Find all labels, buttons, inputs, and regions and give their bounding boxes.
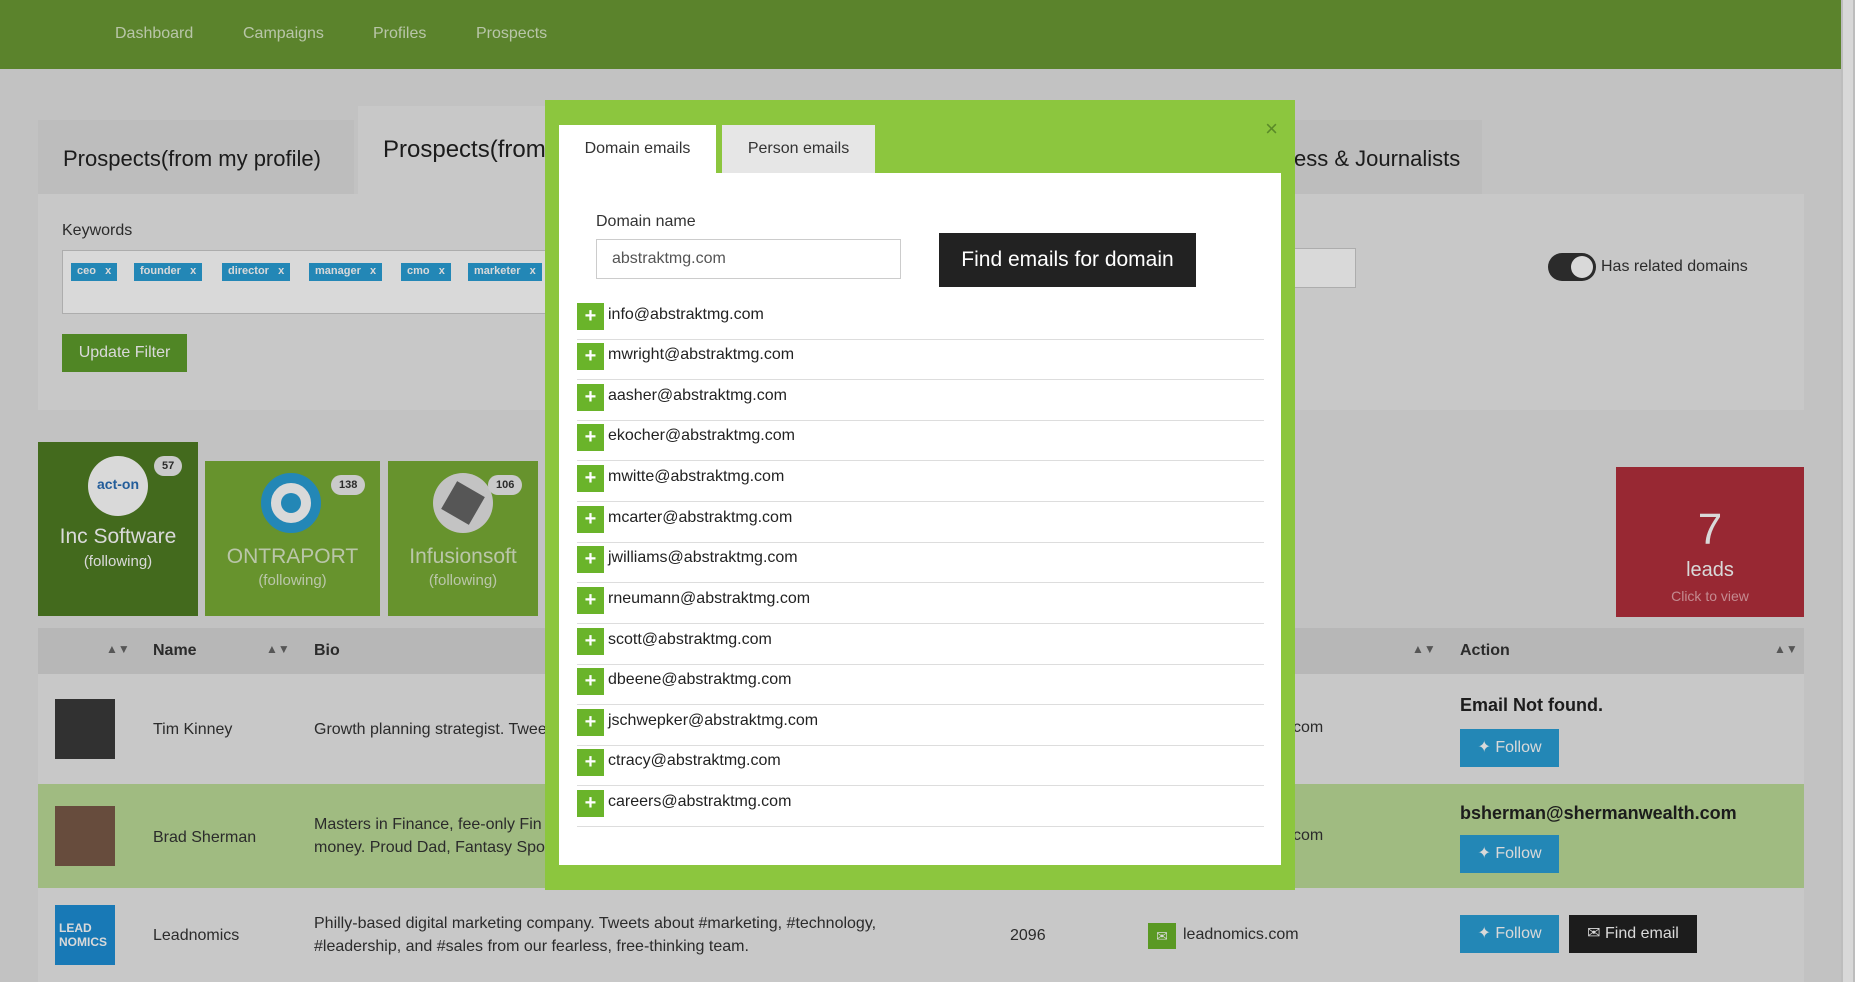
plus-icon[interactable]: + xyxy=(577,668,604,695)
email-address: jwilliams@abstraktmg.com xyxy=(608,549,798,566)
email-address: mwright@abstraktmg.com xyxy=(608,346,795,363)
email-address: dbeene@abstraktmg.com xyxy=(608,671,792,688)
email-list-item: + careers@abstraktmg.com xyxy=(577,787,1264,827)
domain-name-label: Domain name xyxy=(596,213,696,230)
email-finder-modal: × Domain emails Person emails Domain nam… xyxy=(545,100,1295,890)
close-icon[interactable]: × xyxy=(1265,116,1278,142)
plus-icon[interactable]: + xyxy=(577,709,604,736)
scrollbar-thumb[interactable] xyxy=(1843,0,1853,982)
email-address: aasher@abstraktmg.com xyxy=(608,387,787,404)
email-address: rneumann@abstraktmg.com xyxy=(608,590,811,607)
domain-name-input[interactable]: abstraktmg.com xyxy=(596,239,901,279)
plus-icon[interactable]: + xyxy=(577,384,604,411)
email-address: mcarter@abstraktmg.com xyxy=(608,509,793,526)
email-list-item: + dbeene@abstraktmg.com xyxy=(577,665,1264,705)
email-address: jschwepker@abstraktmg.com xyxy=(608,712,819,729)
email-list-item: + jwilliams@abstraktmg.com xyxy=(577,543,1264,583)
email-list-item: + mwright@abstraktmg.com xyxy=(577,340,1264,380)
email-list-item: + scott@abstraktmg.com xyxy=(577,625,1264,665)
email-address: scott@abstraktmg.com xyxy=(608,631,772,648)
modal-body: Domain name abstraktmg.com Find emails f… xyxy=(559,173,1281,865)
email-list-item: + rneumann@abstraktmg.com xyxy=(577,584,1264,624)
email-list-item: + aasher@abstraktmg.com xyxy=(577,381,1264,421)
plus-icon[interactable]: + xyxy=(577,749,604,776)
plus-icon[interactable]: + xyxy=(577,587,604,614)
find-emails-button[interactable]: Find emails for domain xyxy=(939,233,1196,287)
email-address: mwitte@abstraktmg.com xyxy=(608,468,785,485)
plus-icon[interactable]: + xyxy=(577,424,604,451)
email-list-item: + ekocher@abstraktmg.com xyxy=(577,421,1264,461)
email-list-item: + mwitte@abstraktmg.com xyxy=(577,462,1264,502)
plus-icon[interactable]: + xyxy=(577,303,604,330)
email-address: info@abstraktmg.com xyxy=(608,306,764,323)
plus-icon[interactable]: + xyxy=(577,506,604,533)
plus-icon[interactable]: + xyxy=(577,465,604,492)
email-list-item: + info@abstraktmg.com xyxy=(577,300,1264,340)
scrollbar[interactable] xyxy=(1841,0,1855,982)
email-address: careers@abstraktmg.com xyxy=(608,793,792,810)
email-address: ekocher@abstraktmg.com xyxy=(608,427,795,444)
email-list-item: + mcarter@abstraktmg.com xyxy=(577,503,1264,543)
email-list-item: + ctracy@abstraktmg.com xyxy=(577,746,1264,786)
plus-icon[interactable]: + xyxy=(577,790,604,817)
tab-person-emails[interactable]: Person emails xyxy=(722,125,875,173)
plus-icon[interactable]: + xyxy=(577,546,604,573)
tab-domain-emails[interactable]: Domain emails xyxy=(559,125,716,173)
plus-icon[interactable]: + xyxy=(577,628,604,655)
email-address: ctracy@abstraktmg.com xyxy=(608,752,781,769)
email-list-item: + jschwepker@abstraktmg.com xyxy=(577,706,1264,746)
plus-icon[interactable]: + xyxy=(577,343,604,370)
